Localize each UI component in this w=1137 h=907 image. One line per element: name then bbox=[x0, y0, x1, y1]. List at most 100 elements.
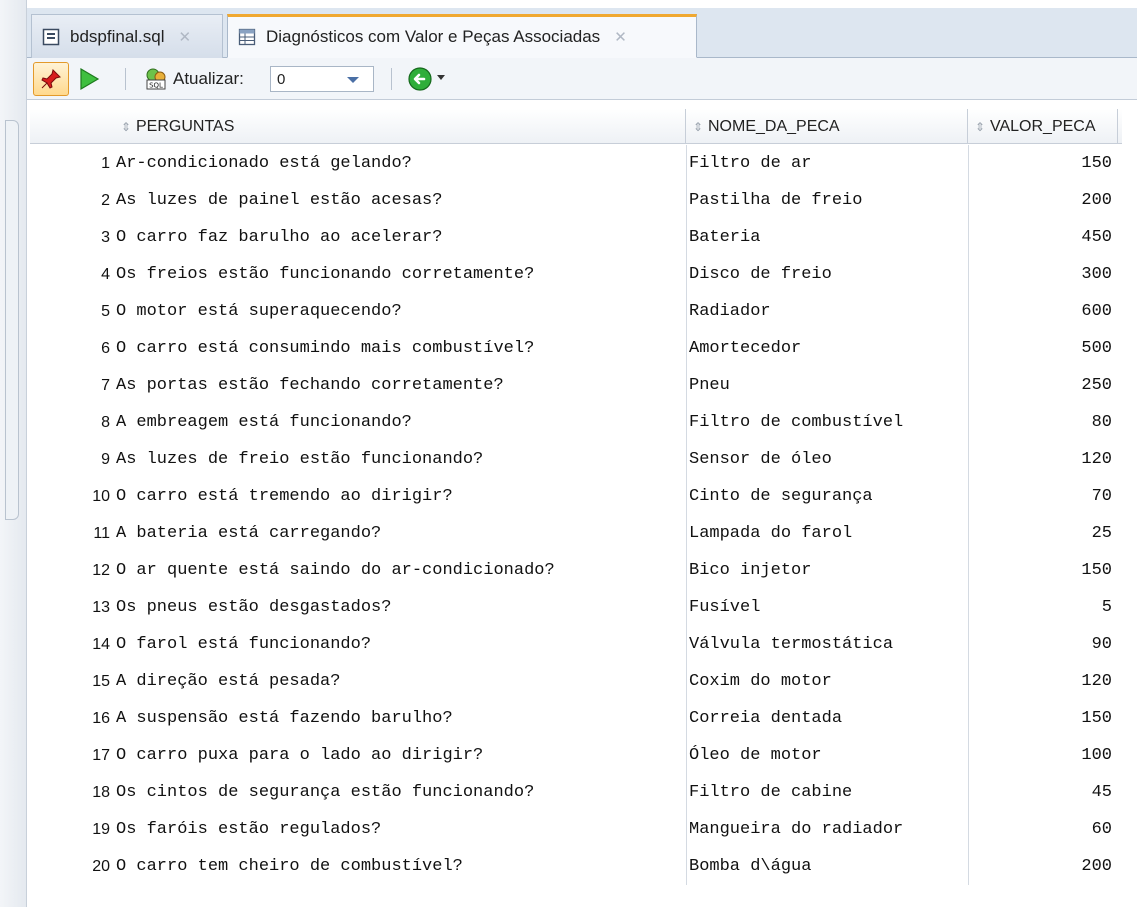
cell-pergunta[interactable]: Ar-condicionado está gelando? bbox=[116, 145, 684, 182]
table-row[interactable]: 20 O carro tem cheiro de combustível? Bomb… bbox=[30, 848, 1122, 885]
cell-valor-peca[interactable]: 150 bbox=[968, 552, 1118, 589]
cell-valor-peca[interactable]: 120 bbox=[968, 663, 1118, 700]
cell-nome-da-peca[interactable]: Óleo de motor bbox=[686, 737, 968, 774]
table-row[interactable]: 11 A bateria está carregando? Lampada do f… bbox=[30, 515, 1122, 552]
column-header-perguntas[interactable]: ⇕ PERGUNTAS bbox=[114, 109, 686, 144]
cell-pergunta[interactable]: A embreagem está funcionando? bbox=[116, 404, 684, 441]
cell-valor-peca[interactable]: 250 bbox=[968, 367, 1118, 404]
close-icon[interactable]: ✕ bbox=[179, 28, 192, 46]
cell-valor-peca[interactable]: 300 bbox=[968, 256, 1118, 293]
table-row[interactable]: 14 O farol está funcionando? Válvula termo… bbox=[30, 626, 1122, 663]
table-row[interactable]: 5 O motor está superaquecendo? Radiador 600 bbox=[30, 293, 1122, 330]
cell-valor-peca[interactable]: 200 bbox=[968, 182, 1118, 219]
cell-pergunta[interactable]: O carro faz barulho ao acelerar? bbox=[116, 219, 684, 256]
cell-pergunta[interactable]: As luzes de painel estão acesas? bbox=[116, 182, 684, 219]
cell-pergunta[interactable]: O carro está consumindo mais combustível… bbox=[116, 330, 684, 367]
table-row[interactable]: 6 O carro está consumindo mais combustíve… bbox=[30, 330, 1122, 367]
cell-pergunta[interactable]: As luzes de freio estão funcionando? bbox=[116, 441, 684, 478]
cell-pergunta[interactable]: O carro tem cheiro de combustível? bbox=[116, 848, 684, 885]
cell-valor-peca[interactable]: 450 bbox=[968, 219, 1118, 256]
table-row[interactable]: 2 As luzes de painel estão acesas? Pastilh… bbox=[30, 182, 1122, 219]
cell-pergunta[interactable]: A direção está pesada? bbox=[116, 663, 684, 700]
table-row[interactable]: 1 Ar-condicionado está gelando? Filtro de … bbox=[30, 145, 1122, 182]
cell-nome-da-peca[interactable]: Disco de freio bbox=[686, 256, 968, 293]
cell-nome-da-peca[interactable]: Bateria bbox=[686, 219, 968, 256]
row-number: 4 bbox=[101, 265, 110, 283]
cell-nome-da-peca[interactable]: Radiador bbox=[686, 293, 968, 330]
column-header-nome-da-peca[interactable]: ⇕ NOME_DA_PECA bbox=[686, 109, 968, 144]
cell-nome-da-peca[interactable]: Amortecedor bbox=[686, 330, 968, 367]
cell-pergunta[interactable]: A bateria está carregando? bbox=[116, 515, 684, 552]
table-row[interactable]: 9 As luzes de freio estão funcionando? Sen… bbox=[30, 441, 1122, 478]
cell-valor-peca[interactable]: 150 bbox=[968, 700, 1118, 737]
cell-nome-da-peca[interactable]: Lampada do farol bbox=[686, 515, 968, 552]
cell-nome-da-peca[interactable]: Fusível bbox=[686, 589, 968, 626]
cell-pergunta[interactable]: As portas estão fechando corretamente? bbox=[116, 367, 684, 404]
cell-valor-peca[interactable]: 25 bbox=[968, 515, 1118, 552]
table-row[interactable]: 10 O carro está tremendo ao dirigir? Cinto… bbox=[30, 478, 1122, 515]
cell-pergunta[interactable]: O carro está tremendo ao dirigir? bbox=[116, 478, 684, 515]
cell-nome-da-peca[interactable]: Bico injetor bbox=[686, 552, 968, 589]
cell-pergunta[interactable]: O farol está funcionando? bbox=[116, 626, 684, 663]
cell-nome-da-peca[interactable]: Filtro de ar bbox=[686, 145, 968, 182]
table-row[interactable]: 19 Os faróis estão regulados? Mangueira do… bbox=[30, 811, 1122, 848]
chevron-down-icon bbox=[347, 77, 359, 83]
tab-diagnosticos[interactable]: Diagnósticos com Valor e Peças Associada… bbox=[227, 14, 697, 58]
cell-nome-da-peca[interactable]: Válvula termostática bbox=[686, 626, 968, 663]
close-icon[interactable]: ✕ bbox=[614, 28, 627, 46]
cell-valor-peca[interactable]: 70 bbox=[968, 478, 1118, 515]
dropdown-arrow-icon[interactable] bbox=[437, 75, 445, 80]
refresh-interval-select[interactable]: 0 bbox=[270, 66, 374, 92]
cell-nome-da-peca[interactable]: Sensor de óleo bbox=[686, 441, 968, 478]
cell-nome-da-peca[interactable]: Filtro de combustível bbox=[686, 404, 968, 441]
run-button[interactable] bbox=[77, 66, 101, 92]
cell-nome-da-peca[interactable]: Mangueira do radiador bbox=[686, 811, 968, 848]
table-row[interactable]: 4 Os freios estão funcionando corretament… bbox=[30, 256, 1122, 293]
cell-nome-da-peca[interactable]: Filtro de cabine bbox=[686, 774, 968, 811]
cell-pergunta[interactable]: A suspensão está fazendo barulho? bbox=[116, 700, 684, 737]
cell-valor-peca[interactable]: 500 bbox=[968, 330, 1118, 367]
cell-valor-peca[interactable]: 60 bbox=[968, 811, 1118, 848]
table-row[interactable]: 13 Os pneus estão desgastados? Fusível 5 bbox=[30, 589, 1122, 626]
cell-nome-da-peca[interactable]: Pastilha de freio bbox=[686, 182, 968, 219]
cell-pergunta[interactable]: O motor está superaquecendo? bbox=[116, 293, 684, 330]
table-row[interactable]: 7 As portas estão fechando corretamente? P… bbox=[30, 367, 1122, 404]
cell-nome-da-peca[interactable]: Correia dentada bbox=[686, 700, 968, 737]
cell-valor-peca[interactable]: 80 bbox=[968, 404, 1118, 441]
cell-nome-da-peca[interactable]: Coxim do motor bbox=[686, 663, 968, 700]
cell-valor-peca[interactable]: 600 bbox=[968, 293, 1118, 330]
cell-valor-peca[interactable]: 150 bbox=[968, 145, 1118, 182]
table-row[interactable]: 17 O carro puxa para o lado ao dirigir? Ól… bbox=[30, 737, 1122, 774]
cell-pergunta[interactable]: Os pneus estão desgastados? bbox=[116, 589, 684, 626]
grid-header: ⇕ PERGUNTAS ⇕ NOME_DA_PECA ⇕ VALOR_PECA bbox=[30, 109, 1122, 144]
column-header-valor-peca[interactable]: ⇕ VALOR_PECA bbox=[968, 109, 1118, 144]
cell-pergunta[interactable]: Os faróis estão regulados? bbox=[116, 811, 684, 848]
sql-refresh-icon: SQL bbox=[146, 68, 166, 90]
row-number: 13 bbox=[92, 598, 110, 616]
back-arrow-icon[interactable] bbox=[407, 66, 433, 92]
cell-valor-peca[interactable]: 100 bbox=[968, 737, 1118, 774]
cell-pergunta[interactable]: Os freios estão funcionando corretamente… bbox=[116, 256, 684, 293]
table-row[interactable]: 16 A suspensão está fazendo barulho? Corre… bbox=[30, 700, 1122, 737]
cell-pergunta[interactable]: Os cintos de segurança estão funcionando… bbox=[116, 774, 684, 811]
pin-button[interactable] bbox=[33, 62, 69, 96]
row-number: 5 bbox=[101, 302, 110, 320]
cell-nome-da-peca[interactable]: Cinto de segurança bbox=[686, 478, 968, 515]
table-row[interactable]: 18 Os cintos de segurança estão funcionan… bbox=[30, 774, 1122, 811]
cell-valor-peca[interactable]: 120 bbox=[968, 441, 1118, 478]
cell-valor-peca[interactable]: 45 bbox=[968, 774, 1118, 811]
cell-nome-da-peca[interactable]: Pneu bbox=[686, 367, 968, 404]
tab-bdspfinal-sql[interactable]: bdspfinal.sql ✕ bbox=[31, 14, 223, 58]
cell-valor-peca[interactable]: 200 bbox=[968, 848, 1118, 885]
table-row[interactable]: 8 A embreagem está funcionando? Filtro de … bbox=[30, 404, 1122, 441]
cell-valor-peca[interactable]: 5 bbox=[968, 589, 1118, 626]
cell-nome-da-peca[interactable]: Bomba d\água bbox=[686, 848, 968, 885]
table-row[interactable]: 12 O ar quente está saindo do ar-condicio… bbox=[30, 552, 1122, 589]
cell-pergunta[interactable]: O carro puxa para o lado ao dirigir? bbox=[116, 737, 684, 774]
table-row[interactable]: 3 O carro faz barulho ao acelerar? Bateria… bbox=[30, 219, 1122, 256]
sort-icon: ⇕ bbox=[692, 119, 704, 134]
table-row[interactable]: 15 A direção está pesada? Coxim do motor 12… bbox=[30, 663, 1122, 700]
side-panel-handle[interactable] bbox=[5, 120, 19, 520]
cell-valor-peca[interactable]: 90 bbox=[968, 626, 1118, 663]
cell-pergunta[interactable]: O ar quente está saindo do ar-condiciona… bbox=[116, 552, 684, 589]
